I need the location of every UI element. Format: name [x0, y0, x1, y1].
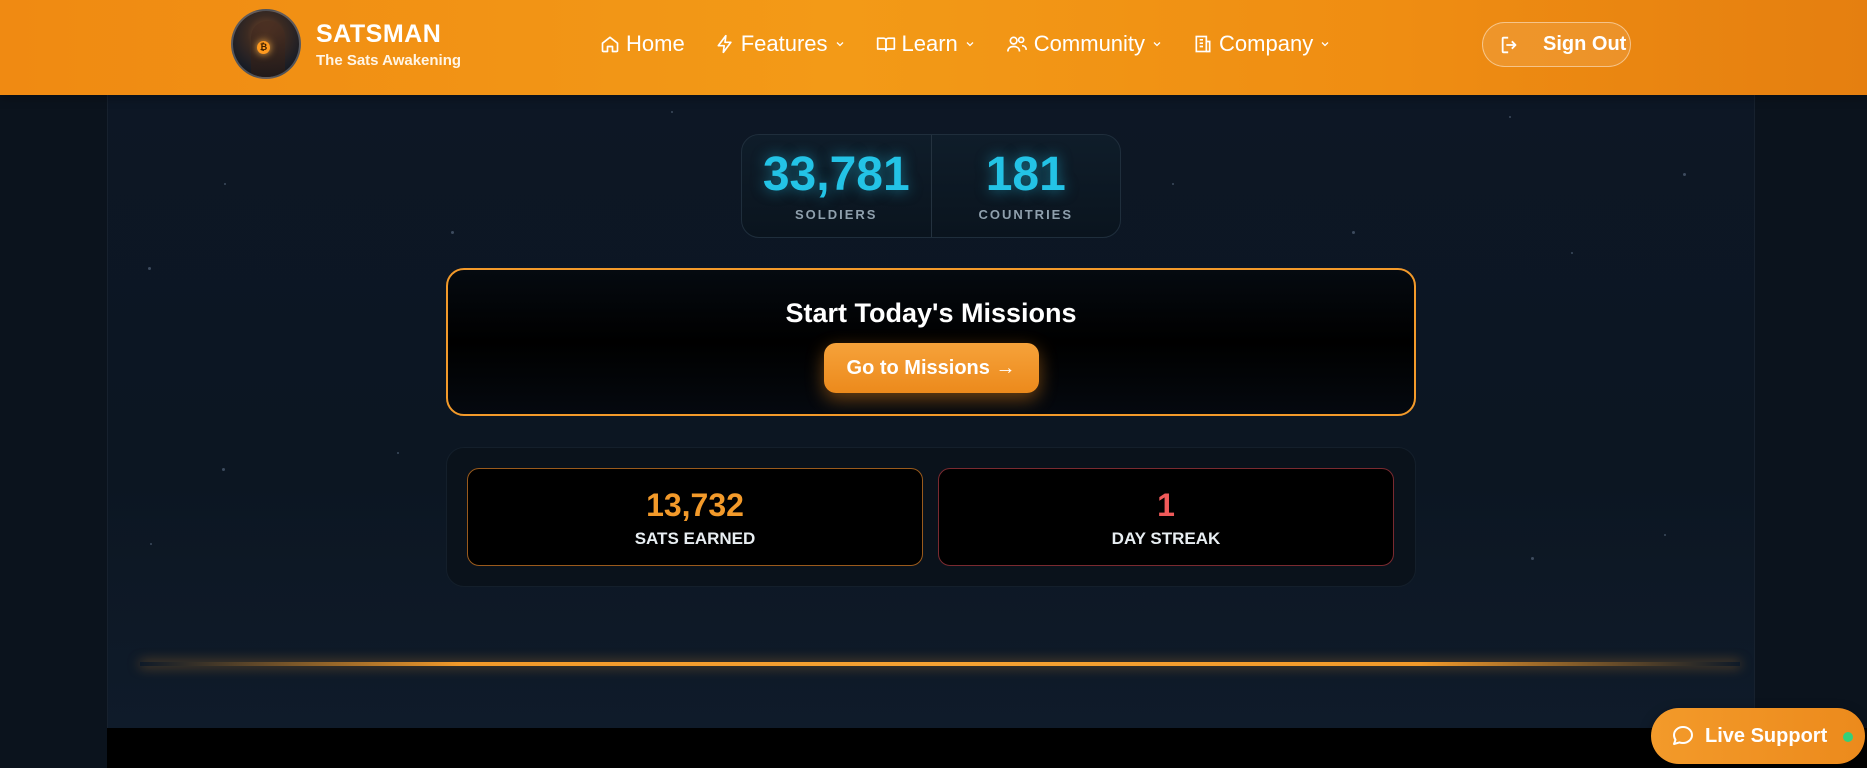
nav-company-label: Company: [1219, 31, 1314, 56]
missions-title: Start Today's Missions: [785, 298, 1077, 328]
chevron-down-icon: [1153, 42, 1161, 47]
building-icon: [1195, 35, 1211, 53]
logout-icon: [1501, 36, 1517, 53]
sign-out-label: Sign Out: [1543, 33, 1627, 55]
background-star: [1509, 116, 1511, 118]
chat-bubble-icon: [1673, 726, 1693, 745]
sats-earned-value: 13,732: [646, 487, 744, 523]
nav-home[interactable]: Home: [600, 28, 685, 60]
community-stats-card: 33,781 SOLDIERS 181 COUNTRIES: [741, 134, 1121, 238]
nav-community[interactable]: Community: [1006, 28, 1163, 60]
background-star: [451, 231, 454, 234]
top-navbar: ₿ SATSMAN The Sats Awakening Home Featur…: [0, 0, 1867, 95]
background-star: [1683, 173, 1686, 176]
section-divider: [140, 662, 1740, 666]
main-nav: Home Features Learn Community Company: [600, 28, 1361, 60]
live-support-label: Live Support: [1705, 724, 1828, 747]
nav-features[interactable]: Features: [715, 28, 846, 60]
nav-company[interactable]: Company: [1193, 28, 1331, 60]
nav-features-label: Features: [740, 31, 828, 56]
sats-earned-card: 13,732 SATS EARNED: [467, 468, 923, 566]
background-star: [150, 543, 152, 545]
go-to-missions-button[interactable]: Go to Missions →: [823, 343, 1039, 393]
background-star: [222, 468, 225, 471]
online-status-dot: [1843, 732, 1853, 742]
brand-text: SATSMAN The Sats Awakening: [316, 20, 461, 69]
background-star: [1571, 252, 1573, 254]
countries-stat: 181 COUNTRIES: [930, 135, 1121, 237]
lightning-icon: [717, 34, 732, 54]
background-star: [1352, 231, 1355, 234]
background-star: [148, 267, 151, 270]
background-star: [1531, 557, 1534, 560]
chevron-down-icon: [836, 42, 843, 47]
user-progress-panel: 13,732 SATS EARNED 1 DAY STREAK: [446, 447, 1416, 587]
footer-strip: [107, 728, 1867, 768]
soldiers-label: SOLDIERS: [795, 207, 878, 222]
missions-card: Start Today's Missions Go to Missions →: [446, 268, 1416, 416]
brand-name: SATSMAN: [316, 19, 442, 48]
brand-tagline: The Sats Awakening: [316, 51, 462, 69]
bitcoin-icon: ₿: [257, 41, 270, 54]
countries-count: 181: [985, 148, 1066, 201]
day-streak-value: 1: [1157, 487, 1175, 523]
soldiers-count: 33,781: [762, 148, 910, 201]
soldiers-stat: 33,781 SOLDIERS: [742, 135, 931, 237]
nav-learn-label: Learn: [901, 31, 958, 56]
countries-label: COUNTRIES: [978, 207, 1074, 222]
users-icon: [1006, 36, 1027, 52]
day-streak-card: 1 DAY STREAK: [938, 468, 1394, 566]
chevron-down-icon: [1321, 42, 1329, 47]
chevron-down-icon: [966, 42, 974, 47]
nav-community-label: Community: [1033, 31, 1146, 56]
sign-out-button[interactable]: Sign Out: [1482, 22, 1631, 67]
background-star: [1172, 183, 1174, 185]
live-support-button[interactable]: Live Support: [1651, 708, 1865, 764]
nav-home-label: Home: [626, 31, 685, 56]
background-star: [224, 183, 226, 185]
nav-learn[interactable]: Learn: [876, 28, 976, 60]
home-icon: [601, 36, 619, 53]
background-star: [1664, 534, 1666, 536]
brand[interactable]: ₿ SATSMAN The Sats Awakening: [231, 9, 461, 79]
background-star: [397, 452, 399, 454]
day-streak-label: DAY STREAK: [1111, 529, 1221, 548]
book-icon: [876, 37, 895, 52]
background-star: [671, 111, 673, 113]
brand-logo-avatar: ₿: [231, 9, 301, 79]
sats-earned-label: SATS EARNED: [634, 529, 756, 548]
